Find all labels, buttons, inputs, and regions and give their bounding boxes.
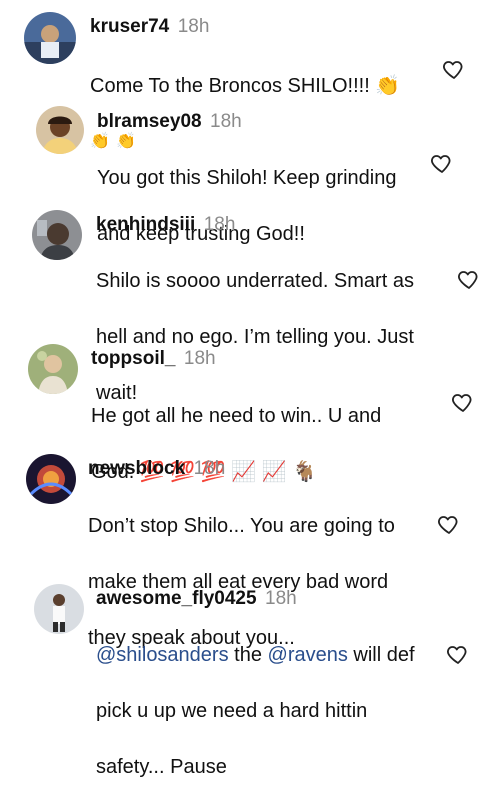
username[interactable]: kruser74 [90, 16, 169, 37]
like-heart-icon[interactable] [436, 512, 462, 536]
timestamp: 18h [193, 458, 226, 479]
timestamp: 18h [177, 16, 210, 37]
username[interactable]: newsblock [88, 458, 185, 479]
timestamp: 18h [203, 214, 236, 235]
username[interactable]: toppsoil_ [91, 348, 175, 369]
comments-list: kruser74 18h Come To the Broncos SHILO!!… [0, 0, 500, 778]
comment-line: safety... Pause [96, 756, 227, 778]
timestamp: 18h [265, 588, 297, 609]
like-heart-icon[interactable] [429, 151, 455, 175]
comment-header: newsblock 18h [88, 458, 225, 480]
timestamp: 18h [183, 348, 216, 369]
comment-header: kenhindsiii 18h [96, 214, 235, 236]
comment-header: blramsey08 18h [97, 111, 242, 133]
avatar[interactable] [34, 584, 84, 634]
mention-link[interactable]: @shilosanders [96, 644, 229, 666]
avatar[interactable] [24, 12, 76, 64]
username[interactable]: kenhindsiii [96, 214, 195, 235]
timestamp: 18h [210, 111, 242, 132]
avatar[interactable] [36, 106, 84, 154]
avatar[interactable] [26, 454, 76, 504]
comment-line: @shilosanders the @ravens will def [96, 641, 415, 669]
like-heart-icon[interactable] [441, 57, 467, 81]
comment-fragment: will def [347, 644, 415, 666]
comment-header: kruser74 18h [90, 16, 209, 38]
avatar[interactable] [28, 344, 78, 394]
comment-line: Don’t stop Shilo... You are going to [88, 515, 395, 537]
mention-link[interactable]: @ravens [268, 644, 348, 666]
like-heart-icon[interactable] [450, 390, 476, 414]
comment-line: Shilo is soooo underrated. Smart as [96, 270, 414, 292]
comment-header: awesome_fly0425 18h [96, 588, 297, 610]
comment-line: He got all he need to win.. U and [91, 405, 382, 427]
like-heart-icon[interactable] [456, 267, 482, 291]
avatar[interactable] [32, 210, 82, 260]
comment-header: toppsoil_ 18h [91, 348, 216, 370]
comment-fragment: the [228, 644, 268, 666]
comment-line: You got this Shiloh! Keep grinding [97, 167, 397, 189]
comment-line: Come To the Broncos SHILO!!!! 👏 [90, 75, 401, 97]
comment-line: pick u up we need a hard hittin [96, 700, 368, 722]
comment-line: hell and no ego. I’m telling you. Just [96, 326, 414, 348]
username[interactable]: blramsey08 [97, 111, 202, 132]
comment-text: @shilosanders the @ravens will def pick … [96, 613, 415, 809]
like-heart-icon[interactable] [445, 642, 471, 666]
username[interactable]: awesome_fly0425 [96, 588, 257, 609]
